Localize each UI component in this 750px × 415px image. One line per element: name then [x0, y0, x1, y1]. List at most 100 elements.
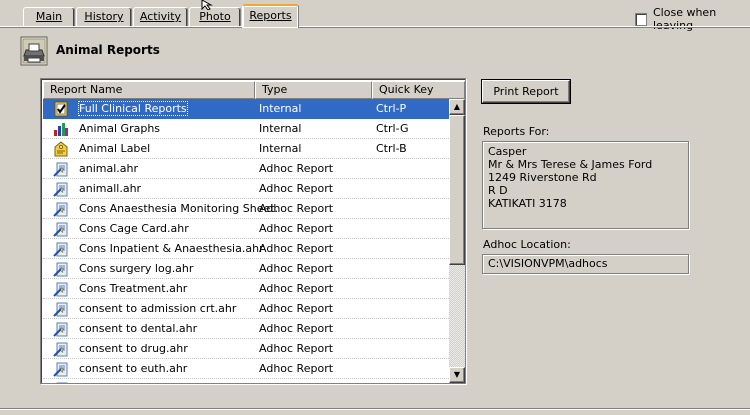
report-name: Animal Graphs: [79, 122, 161, 135]
report-name: consent to euth.ahr: [79, 362, 188, 375]
report-type: Adhoc Report: [259, 222, 334, 235]
report-type: Internal: [259, 142, 302, 155]
adhoc-location-label: Adhoc Location:: [483, 238, 571, 251]
report-name: Cons Cage Card.ahr: [79, 222, 189, 235]
tab-reports[interactable]: Reports: [242, 4, 299, 28]
print-report-label: Print Report: [493, 85, 559, 98]
graph-icon: [53, 121, 69, 137]
report-type: Adhoc Report: [259, 322, 334, 335]
report-name: consent to drug.ahr: [79, 342, 188, 355]
tab-divider: [0, 26, 750, 28]
tab-main-label: Main: [35, 10, 63, 23]
tab-photo-label: Photo: [199, 10, 231, 23]
report-wand-icon: [53, 301, 69, 317]
report-wand-icon: [53, 341, 69, 357]
report-type: Adhoc Report: [259, 182, 334, 195]
report-row[interactable]: animall.ahr Adhoc Report: [43, 179, 449, 199]
reports-for-box: Casper Mr & Mrs Terese & James Ford 1249…: [482, 141, 689, 229]
report-name: Cons Inpatient & Anaesthesia.ahr: [79, 242, 264, 255]
report-type: Adhoc Report: [259, 362, 334, 375]
report-quick-key: Ctrl-P: [376, 102, 407, 115]
report-row[interactable]: Animal Label Internal Ctrl-B: [43, 139, 449, 159]
report-type: Adhoc Report: [259, 282, 334, 295]
report-row[interactable]: consent to dental.ahr Adhoc Report: [43, 319, 449, 339]
report-wand-icon: [53, 261, 69, 277]
adhoc-location-field: C:\VISIONVPM\adhocs: [482, 254, 689, 274]
report-wand-icon: [53, 221, 69, 237]
report-name: consent to dental.ahr: [79, 322, 198, 335]
report-wand-icon: [53, 241, 69, 257]
tab-history[interactable]: History: [76, 7, 132, 27]
report-type: Internal: [259, 102, 302, 115]
report-type: Adhoc Report: [259, 242, 334, 255]
report-row[interactable]: Cons Anaesthesia Monitoring Sheet. Adhoc …: [43, 199, 449, 219]
reports-for-label: Reports For:: [483, 125, 550, 138]
report-wand-icon: [53, 321, 69, 337]
client-line: KATIKATI 3178: [488, 197, 567, 210]
report-quick-key: Ctrl-G: [376, 122, 409, 135]
tab-history-label: History: [84, 10, 124, 23]
tab-activity[interactable]: Activity: [133, 7, 188, 27]
tab-photo[interactable]: Photo: [189, 7, 241, 27]
report-name: Cons Treatment.ahr: [79, 282, 188, 295]
printer-icon: [20, 36, 48, 66]
column-header-type[interactable]: Type: [255, 81, 372, 99]
client-line: Mr & Mrs Terese & James Ford: [488, 158, 653, 171]
report-type: Adhoc Report: [259, 162, 334, 175]
report-name: Cons surgery log.ahr: [79, 262, 194, 275]
report-row[interactable]: Full Clinical Reports Internal Ctrl-P: [43, 99, 449, 119]
report-row[interactable]: consent to euth.ahr Adhoc Report: [43, 359, 449, 379]
report-name: Full Clinical Reports: [78, 101, 188, 116]
report-name: Animal Label: [79, 142, 151, 155]
report-row[interactable]: Cons Cage Card.ahr Adhoc Report: [43, 219, 449, 239]
scroll-down-button[interactable]: ▼: [449, 367, 465, 383]
report-wand-icon: [53, 161, 69, 177]
client-line: Casper: [488, 145, 527, 158]
report-row[interactable]: Cons surgery log.ahr Adhoc Report: [43, 259, 449, 279]
client-line: 1249 Riverstone Rd: [488, 171, 597, 184]
report-row[interactable]: Cons Treatment.ahr Adhoc Report: [43, 279, 449, 299]
report-quick-key: Ctrl-B: [376, 142, 407, 155]
mouse-cursor-icon: [201, 0, 213, 10]
report-row-partial: [43, 379, 449, 383]
bottom-divider: [0, 408, 750, 410]
report-wand-icon: [53, 361, 69, 377]
report-type: Adhoc Report: [259, 302, 334, 315]
report-rows: Full Clinical Reports Internal Ctrl-P Anima…: [43, 99, 449, 383]
tab-reports-label: Reports: [249, 9, 292, 22]
close-when-leaving-label: Close when leaving: [653, 6, 717, 32]
clipboard-check-icon: [53, 101, 69, 117]
report-wand-icon: [53, 201, 69, 217]
report-type: Adhoc Report: [259, 262, 334, 275]
report-row[interactable]: animal.ahr Adhoc Report: [43, 159, 449, 179]
report-name: animal.ahr: [79, 162, 139, 175]
report-list[interactable]: Report Name Type Quick Key Full Clinical…: [40, 78, 466, 384]
close-when-leaving-checkbox[interactable]: Close when leaving: [635, 6, 750, 32]
label-icon: [53, 141, 69, 157]
report-type: Adhoc Report: [259, 202, 334, 215]
print-report-button[interactable]: Print Report: [482, 80, 570, 103]
scroll-thumb[interactable]: [449, 115, 465, 265]
report-name: Cons Anaesthesia Monitoring Sheet.: [79, 202, 279, 215]
checkbox-box[interactable]: [635, 12, 647, 26]
report-wand-icon: [53, 281, 69, 297]
report-row[interactable]: consent to admission crt.ahr Adhoc Report: [43, 299, 449, 319]
report-type: Adhoc Report: [259, 342, 334, 355]
report-wand-icon: [53, 381, 69, 383]
report-row[interactable]: Animal Graphs Internal Ctrl-G: [43, 119, 449, 139]
tab-activity-label: Activity: [139, 10, 182, 23]
client-line: R D: [488, 184, 508, 197]
list-scrollbar[interactable]: ▲ ▼: [449, 99, 465, 383]
report-name: animall.ahr: [79, 182, 142, 195]
column-header-quick-key[interactable]: Quick Key: [372, 81, 465, 99]
column-header-report-name[interactable]: Report Name: [43, 81, 255, 99]
page-title: Animal Reports: [56, 43, 160, 57]
report-name: consent to admission crt.ahr: [79, 302, 237, 315]
report-wand-icon: [53, 181, 69, 197]
report-row[interactable]: Cons Inpatient & Anaesthesia.ahr Adhoc Re…: [43, 239, 449, 259]
report-row[interactable]: consent to drug.ahr Adhoc Report: [43, 339, 449, 359]
tab-main[interactable]: Main: [23, 7, 75, 27]
scroll-up-button[interactable]: ▲: [449, 99, 465, 115]
report-type: Internal: [259, 122, 302, 135]
adhoc-location-value: C:\VISIONVPM\adhocs: [488, 257, 608, 270]
